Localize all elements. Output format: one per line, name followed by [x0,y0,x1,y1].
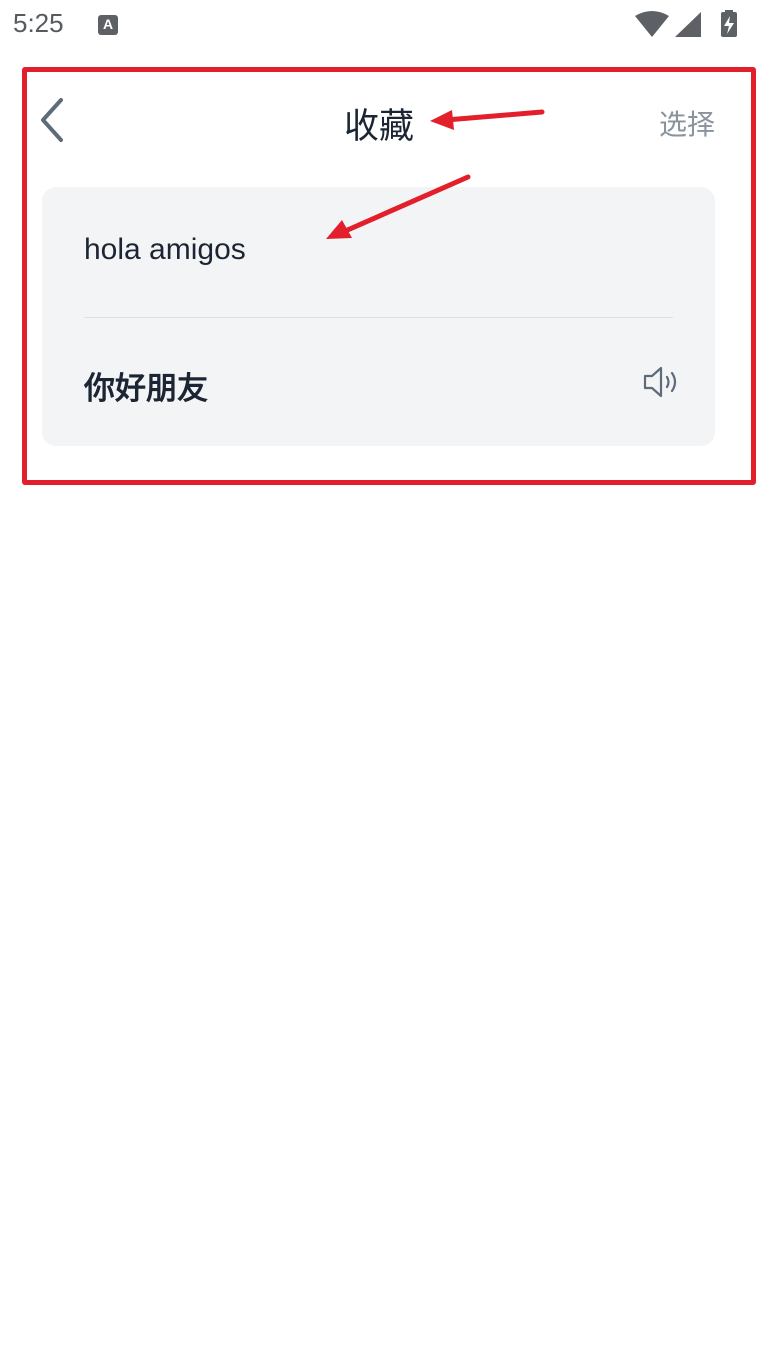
app-notification-icon: A [98,15,118,35]
status-bar: 5:25 A [0,0,757,52]
battery-charging-icon [721,10,737,37]
status-time: 5:25 [13,8,64,38]
signal-icon [675,12,701,37]
wifi-icon [635,11,669,37]
status-icons [635,10,745,40]
annotation-highlight-frame [22,67,756,485]
